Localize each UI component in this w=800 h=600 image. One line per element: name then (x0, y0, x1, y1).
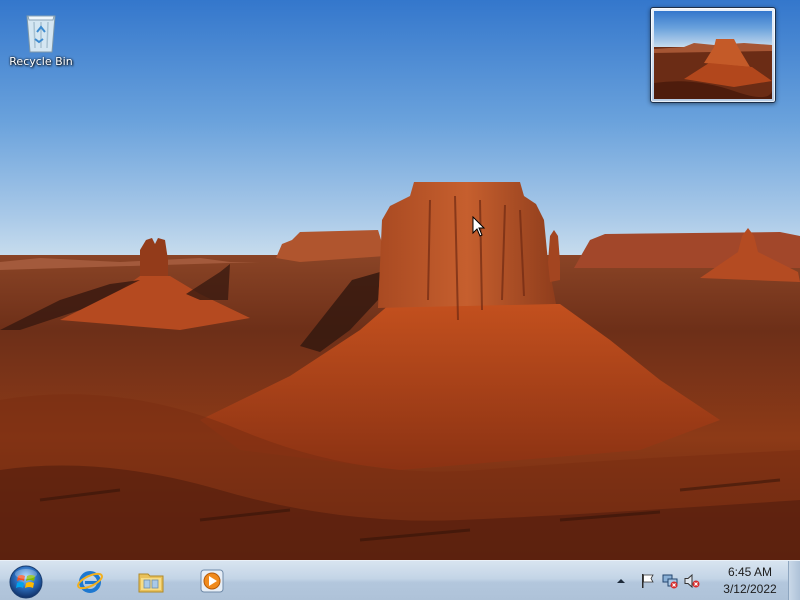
internet-explorer-icon (77, 571, 103, 593)
clock-date: 3/12/2022 (723, 582, 777, 596)
recycle-bin[interactable]: Recycle Bin (6, 6, 76, 76)
taskbar: 6:45 AM 3/12/2022 (0, 560, 800, 600)
recycle-bin-label: Recycle Bin (9, 55, 73, 68)
show-desktop-button[interactable] (788, 561, 800, 600)
windows-start-orb-icon (9, 565, 43, 599)
recycle-bin-icon (26, 15, 56, 53)
action-center-flag-icon[interactable] (640, 573, 656, 589)
wallpaper-preview-thumbnail (650, 7, 776, 103)
folder-icon (138, 573, 164, 593)
network-icon[interactable] (662, 573, 678, 589)
mouse-cursor (472, 216, 486, 237)
start-button[interactable] (6, 563, 46, 599)
desktop-screen: Recycle Bin 6:45 AM 3/12/2022 (0, 0, 800, 600)
media-player-icon (200, 569, 224, 593)
volume-muted-icon[interactable] (684, 573, 700, 589)
notification-area: 6:45 AM 3/12/2022 (610, 561, 800, 600)
taskbar-pin-internet-explorer[interactable] (63, 562, 117, 599)
clock-time: 6:45 AM (727, 565, 773, 579)
wallpaper-preview-image (654, 11, 772, 99)
taskbar-pin-media-player[interactable] (185, 562, 239, 599)
taskbar-pin-windows-explorer[interactable] (124, 562, 178, 599)
show-hidden-icons-arrow-icon[interactable] (616, 576, 626, 586)
system-clock[interactable]: 6:45 AM 3/12/2022 (714, 564, 786, 598)
